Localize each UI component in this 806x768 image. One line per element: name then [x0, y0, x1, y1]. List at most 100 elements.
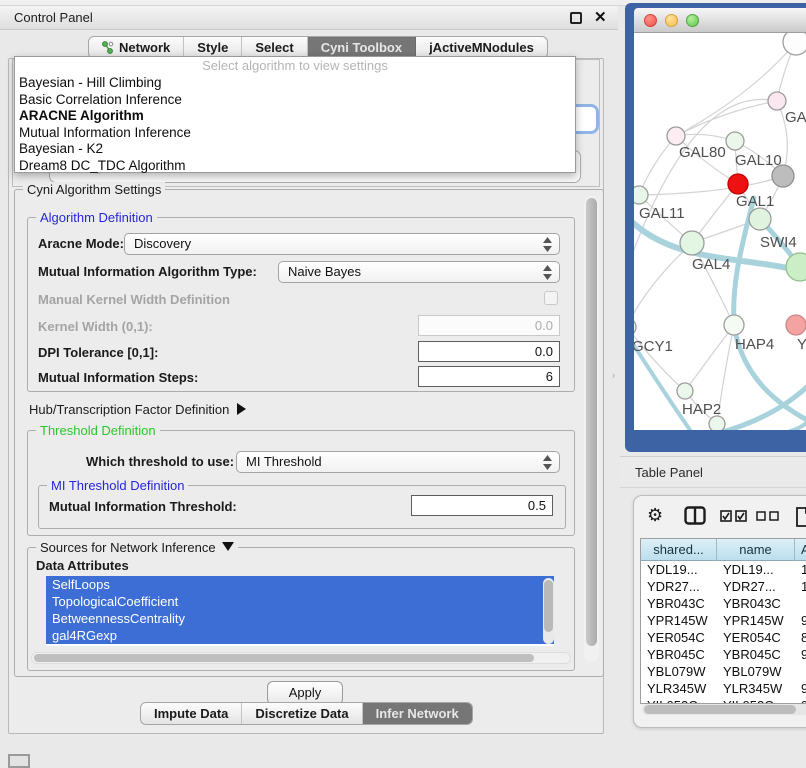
which-threshold-combobox[interactable]: MI Threshold — [236, 451, 560, 473]
table-scrollbar-horizontal[interactable] — [642, 704, 806, 715]
table-cell — [795, 663, 806, 680]
table-hscroll-thumb[interactable] — [644, 705, 796, 714]
tab-label: Style — [197, 40, 228, 55]
algorithm-option-dream8-dc-tdc-algorithm[interactable]: Dream8 DC_TDC Algorithm — [15, 158, 575, 175]
table-cell: YIL052C — [717, 697, 795, 704]
panel-splitter-grip[interactable]: › — [612, 370, 619, 380]
algorithm-option-bayesian-k2[interactable]: Bayesian - K2 — [15, 141, 575, 158]
network-node-hap2[interactable] — [677, 383, 693, 399]
attributes-vscroll-thumb[interactable] — [544, 580, 553, 632]
tab-jactivemnodules[interactable]: jActiveMNodules — [416, 37, 547, 58]
close-icon[interactable]: ✕ — [594, 8, 607, 26]
network-node[interactable] — [728, 174, 748, 194]
tab-select[interactable]: Select — [242, 37, 307, 58]
network-node-y[interactable] — [786, 315, 806, 335]
zoom-traffic-light[interactable] — [686, 14, 699, 27]
table-cell — [795, 595, 806, 612]
tab-impute-data[interactable]: Impute Data — [141, 703, 242, 724]
network-view-window[interactable]: GALGAL80GAL10GAL11GAL1GAL4SWI4HAP4YGCY1H… — [625, 3, 806, 452]
data-attribute-topologicalcoefficient[interactable]: TopologicalCoefficient — [46, 593, 554, 610]
hub-definition-expander[interactable]: Hub/Transcription Factor Definition — [29, 402, 246, 417]
close-traffic-light[interactable] — [644, 14, 657, 27]
network-node-gal[interactable] — [768, 92, 786, 110]
new-table-icon[interactable] — [796, 507, 806, 527]
table-row[interactable]: YPR145WYPR145W9. — [641, 612, 806, 629]
table-cell: YDL19... — [641, 561, 717, 578]
mi-threshold-field[interactable]: 0.5 — [411, 495, 553, 516]
table-cell: YBR043C — [717, 595, 795, 612]
table-row[interactable]: YBR043CYBR043C — [641, 595, 806, 612]
select-all-checkboxes-icon[interactable] — [720, 510, 748, 522]
network-node-swi4[interactable] — [786, 253, 806, 281]
table-panel-title: Table Panel — [635, 465, 703, 480]
mi-steps-field[interactable]: 6 — [418, 366, 560, 387]
tab-style[interactable]: Style — [184, 37, 242, 58]
column-header-name[interactable]: name — [717, 539, 795, 561]
sources-title[interactable]: Sources for Network Inference — [36, 540, 238, 555]
table-row[interactable]: YBL079WYBL079W — [641, 663, 806, 680]
table-row[interactable]: YDR27...YDR27...12 — [641, 578, 806, 595]
node-label-gal10: GAL10 — [735, 152, 782, 169]
mi-threshold-definition-title: MI Threshold Definition — [47, 478, 188, 493]
float-window-icon[interactable] — [570, 12, 582, 24]
network-node-gal1[interactable] — [749, 208, 771, 230]
tab-label: jActiveMNodules — [429, 40, 534, 55]
settings-scrollbar[interactable] — [584, 196, 599, 662]
algorithm-option-aracne-algorithm[interactable]: ARACNE Algorithm — [15, 108, 575, 125]
attributes-scrollbar-vertical[interactable] — [543, 578, 554, 644]
column-header-shared[interactable]: shared... — [641, 539, 717, 561]
network-node-gcy1[interactable] — [634, 318, 636, 336]
data-attribute-selfloops[interactable]: SelfLoops — [46, 576, 554, 593]
tab-infer-network[interactable]: Infer Network — [363, 703, 472, 724]
data-attribute-betweennesscentrality[interactable]: BetweennessCentrality — [46, 610, 554, 627]
settings-scrollbar-thumb[interactable] — [586, 198, 597, 646]
table-cell: YLR345W — [717, 680, 795, 697]
network-canvas[interactable]: GALGAL80GAL10GAL11GAL1GAL4SWI4HAP4YGCY1H… — [634, 33, 806, 430]
network-node-gal80[interactable] — [667, 127, 685, 145]
sources-title-text: Sources for Network Inference — [40, 540, 216, 555]
kernel-width-field[interactable]: 0.0 — [418, 315, 560, 336]
algorithm-option-mutual-information-inference[interactable]: Mutual Information Inference — [15, 125, 575, 142]
table-cell: YBL079W — [641, 663, 717, 680]
combo-updown-arrows-icon — [543, 455, 552, 470]
manual-kernel-checkbox[interactable] — [544, 291, 558, 305]
table-row[interactable]: YIL052CYIL052C9 — [641, 697, 806, 704]
node-label-gal4: GAL4 — [692, 256, 730, 273]
deselect-all-checkboxes-icon[interactable] — [756, 511, 782, 521]
table-row[interactable]: YLR345WYLR345W9. — [641, 680, 806, 697]
network-node-gal11[interactable] — [634, 186, 648, 204]
kernel-width-label: Kernel Width (0,1): — [38, 319, 153, 334]
table-row[interactable]: YDL19...YDL19...13 — [641, 561, 806, 578]
network-node[interactable] — [783, 33, 806, 55]
column-header-a[interactable]: A — [795, 539, 806, 561]
minimize-traffic-light[interactable] — [665, 14, 678, 27]
collapsed-panel-fragment[interactable] — [8, 754, 30, 768]
network-node[interactable] — [709, 416, 725, 430]
data-attribute-gal4rgexp[interactable]: gal4RGexp — [46, 627, 554, 644]
aracne-mode-combobox[interactable]: Discovery — [124, 233, 560, 255]
mi-type-combobox[interactable]: Naive Bayes — [278, 261, 560, 283]
table-row[interactable]: YER054CYER054C8. — [641, 629, 806, 646]
algorithm-option-bayesian-hill-climbing[interactable]: Bayesian - Hill Climbing — [15, 75, 575, 92]
data-attributes-list[interactable]: SelfLoopsTopologicalCoefficientBetweenne… — [46, 576, 554, 646]
dpi-tolerance-field[interactable]: 0.0 — [418, 341, 560, 362]
attributes-hscroll-thumb[interactable] — [34, 654, 534, 662]
table-row[interactable]: YBR045CYBR045C9. — [641, 646, 806, 663]
network-window-titlebar[interactable] — [634, 8, 806, 33]
tab-network[interactable]: Network — [89, 37, 184, 58]
attributes-scrollbar-horizontal[interactable] — [31, 652, 571, 664]
node-label-gal11: GAL11 — [639, 205, 685, 222]
network-node-hap4[interactable] — [724, 315, 744, 335]
which-threshold-value: MI Threshold — [246, 454, 322, 469]
network-node-gal10[interactable] — [726, 132, 744, 150]
tab-label: Cyni Toolbox — [321, 40, 402, 55]
network-graph — [634, 33, 806, 430]
tab-cyni-toolbox[interactable]: Cyni Toolbox — [308, 37, 416, 58]
settings-gear-icon[interactable]: ⚙ — [647, 506, 663, 524]
algorithm-option-basic-correlation-inference[interactable]: Basic Correlation Inference — [15, 92, 575, 109]
network-node-gal4[interactable] — [680, 231, 704, 255]
node-label-hap4: HAP4 — [735, 336, 774, 353]
split-columns-icon[interactable] — [684, 506, 706, 525]
tab-discretize-data[interactable]: Discretize Data — [242, 703, 362, 724]
network-tab-icon — [102, 41, 114, 54]
